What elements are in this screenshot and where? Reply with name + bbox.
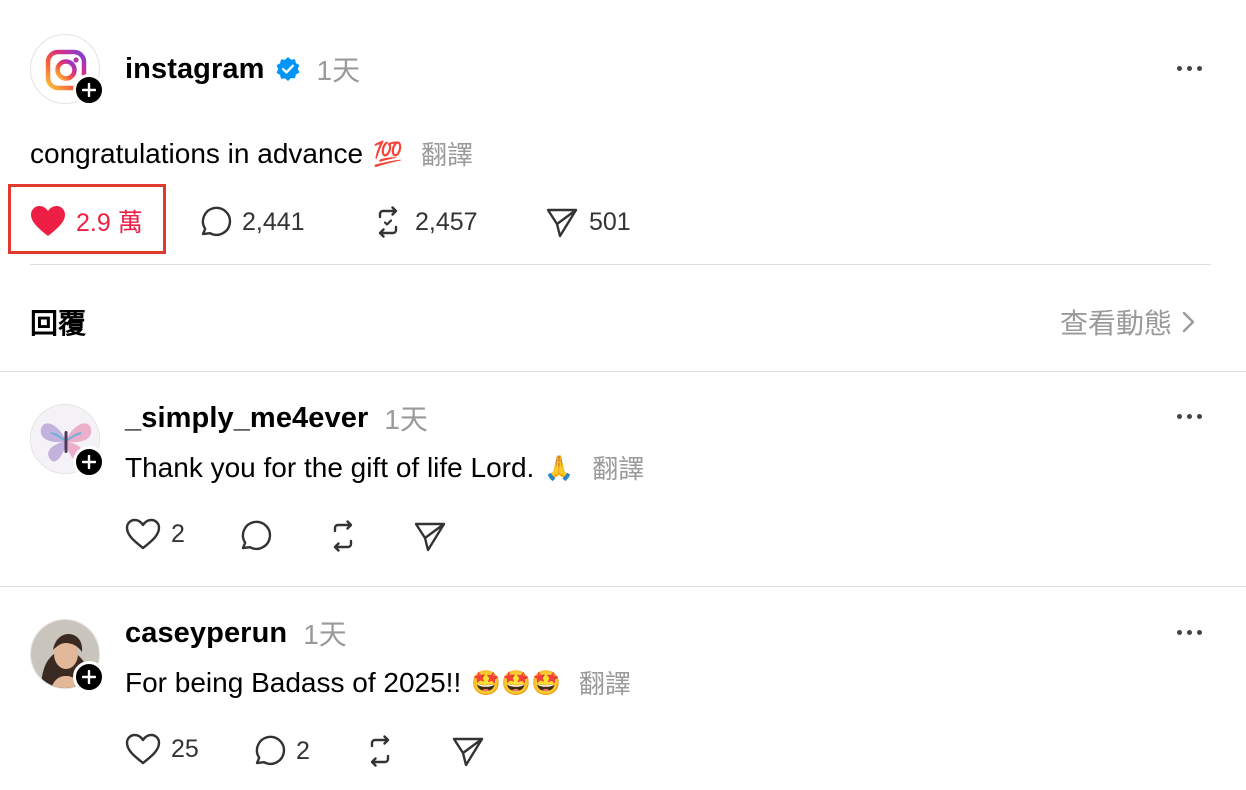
reply-share-button[interactable] [413, 519, 447, 553]
section-divider [0, 371, 1246, 372]
reply-time: 1天 [384, 404, 428, 435]
replies-title: 回覆 [30, 308, 87, 339]
reply-text: For being Badass of 2025!! [125, 666, 462, 698]
reply-text-row: For being Badass of 2025!! 🤩🤩🤩 翻譯 [125, 664, 631, 701]
reply-share-button[interactable] [451, 734, 485, 768]
post-header: instagram 1天 [125, 50, 360, 88]
follow-plus-button[interactable] [73, 74, 105, 106]
post-share-button[interactable]: 501 [545, 205, 631, 239]
reply-divider [0, 586, 1246, 587]
reply-comment-count: 2 [296, 736, 310, 765]
reply-like-count: 25 [171, 734, 199, 763]
more-options-icon[interactable] [1177, 414, 1202, 419]
reply-translate-link[interactable]: 翻譯 [579, 664, 631, 701]
reply-comment-button[interactable] [238, 519, 272, 553]
plus-icon [82, 670, 96, 684]
reply-like-button[interactable]: 25 [125, 733, 199, 765]
repost-icon [370, 735, 390, 767]
chevron-right-icon [1182, 311, 1195, 333]
heart-icon [125, 518, 161, 550]
reply-header: caseyperun 1天 [125, 614, 347, 652]
reply-translate-link[interactable]: 翻譯 [592, 449, 644, 486]
post-comment-count: 2,441 [242, 207, 305, 236]
send-icon [452, 737, 484, 767]
repost-icon [378, 206, 398, 238]
heart-icon [125, 733, 161, 765]
view-activity-link[interactable]: 查看動態 [1060, 302, 1196, 342]
verified-badge-icon [276, 57, 299, 81]
reply-repost-button[interactable] [326, 519, 360, 553]
post-time: 1天 [316, 55, 361, 86]
reply-like-button[interactable]: 2 [125, 518, 185, 550]
repost-icon [333, 520, 353, 552]
reply-header: _simply_me4ever 1天 [125, 399, 428, 437]
reply-text: Thank you for the gift of life Lord. [125, 451, 535, 483]
reply-text-row: Thank you for the gift of life Lord. 🙏 翻… [125, 449, 644, 486]
post-username[interactable]: instagram [125, 53, 265, 86]
comment-icon [241, 520, 272, 551]
send-icon [546, 208, 578, 238]
post-divider [30, 264, 1211, 265]
comment-icon [201, 206, 232, 237]
follow-plus-button[interactable] [73, 446, 105, 478]
hundred-emoji: 💯 [373, 139, 404, 168]
more-options-icon[interactable] [1177, 630, 1202, 635]
post-comment-button[interactable]: 2,441 [198, 205, 305, 239]
reply-repost-button[interactable] [363, 734, 397, 768]
praying-hands-emoji: 🙏 [544, 453, 575, 482]
follow-plus-button[interactable] [73, 661, 105, 693]
view-activity-label: 查看動態 [1060, 308, 1173, 339]
post-like-count: 2.9 萬 [76, 209, 143, 237]
heart-filled-icon [31, 206, 65, 236]
post-translate-link[interactable]: 翻譯 [421, 135, 473, 172]
reply-like-count: 2 [171, 519, 185, 548]
plus-icon [82, 83, 96, 97]
post-repost-button[interactable]: 2,457 [371, 205, 478, 239]
send-icon [414, 522, 446, 552]
plus-icon [82, 455, 96, 469]
comment-icon [255, 735, 286, 766]
post-text-row: congratulations in advance 💯 翻譯 [30, 135, 473, 172]
reply-time: 1天 [303, 619, 347, 650]
reply-comment-button[interactable]: 2 [252, 734, 310, 768]
reply-username[interactable]: caseyperun [125, 617, 287, 650]
post-text: congratulations in advance [30, 137, 364, 169]
post-repost-count: 2,457 [415, 207, 478, 236]
post-share-count: 501 [589, 207, 631, 236]
star-struck-emoji: 🤩🤩🤩 [471, 668, 561, 697]
post-like-button[interactable]: 2.9 萬 [30, 203, 143, 239]
reply-username[interactable]: _simply_me4ever [125, 402, 368, 435]
more-options-icon[interactable] [1177, 66, 1202, 71]
